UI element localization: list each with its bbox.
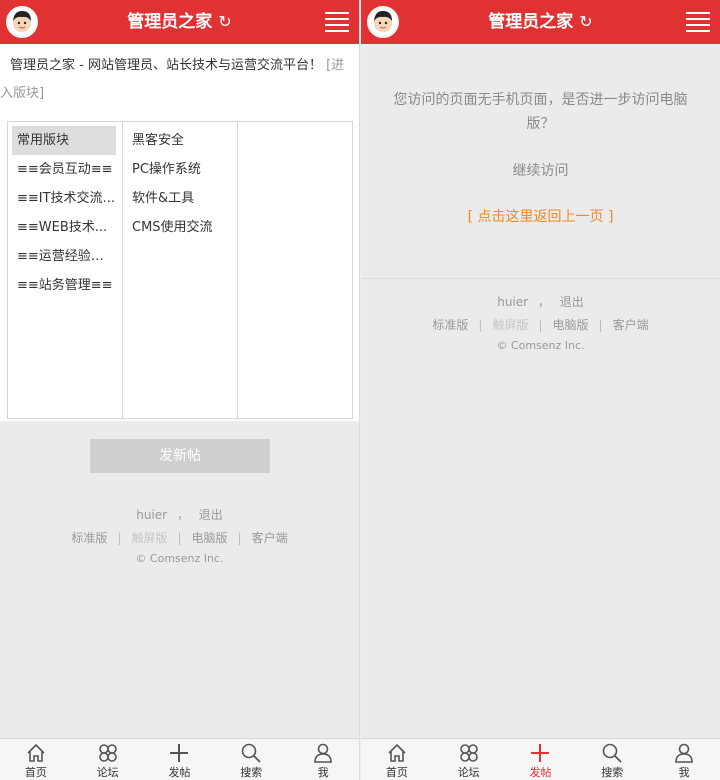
site-description: 管理员之家 - 网站管理员、站长技术与运营交流平台！ [进 — [10, 58, 345, 73]
nav-post[interactable]: 发帖 — [505, 739, 577, 780]
username-link[interactable]: huier — [136, 508, 167, 522]
nav-post-label: 发帖 — [529, 766, 552, 779]
standard-version-link[interactable]: 标准版 — [432, 318, 468, 332]
nav-home[interactable]: 首页 — [0, 739, 72, 780]
nav-forum-label: 论坛 — [96, 766, 119, 779]
subforum-item[interactable]: CMS使用交流 — [123, 213, 237, 242]
forum-icon — [433, 742, 505, 764]
app-title: 管理员之家 ↻ — [0, 0, 359, 44]
separator: | — [538, 318, 543, 332]
nav-me-label: 我 — [317, 766, 329, 779]
client-link[interactable]: 客户端 — [613, 318, 649, 332]
copyright: © Comsenz Inc. — [135, 552, 224, 565]
category-item[interactable]: ≡≡IT技术交流... — [12, 184, 116, 213]
touch-version-link[interactable]: 触屏版 — [131, 531, 167, 545]
app-title-text: 管理员之家 — [127, 12, 213, 32]
subforum-column: 黑客安全 PC操作系统 软件&工具 CMS使用交流 — [123, 122, 238, 418]
subforum-item[interactable]: PC操作系统 — [123, 155, 237, 184]
search-icon — [215, 742, 287, 764]
nav-me-label: 我 — [678, 766, 690, 779]
category-item[interactable]: ≡≡运营经验交... — [12, 242, 116, 271]
nav-home[interactable]: 首页 — [361, 739, 433, 780]
nav-search-label: 搜索 — [601, 766, 624, 779]
client-link[interactable]: 客户端 — [252, 531, 288, 545]
user-icon — [287, 742, 359, 764]
pc-version-link[interactable]: 电脑版 — [553, 318, 589, 332]
category-item[interactable]: 常用版块 — [12, 126, 116, 155]
footer-user-line: huier ， 退出 — [0, 506, 359, 523]
left-screen: 管理员之家 ↻ 管理员之家 - 网站管理员、站长技术与运营交流平台！ [进 入版块… — [0, 0, 360, 780]
menu-icon[interactable] — [686, 12, 710, 32]
subforum-item[interactable]: 黑客安全 — [123, 126, 237, 155]
nav-home-label: 首页 — [24, 766, 47, 779]
header: 管理员之家 ↻ — [0, 0, 359, 44]
home-icon — [0, 742, 72, 764]
touch-version-link[interactable]: 触屏版 — [492, 318, 528, 332]
app-title-text: 管理员之家 — [488, 12, 574, 32]
separator: ， — [176, 508, 189, 522]
continue-link[interactable]: 继续访问 — [361, 160, 720, 180]
header: 管理员之家 ↻ — [361, 0, 720, 44]
forum-selector: 常用版块 ≡≡会员互动≡≡ ≡≡IT技术交流... ≡≡WEB技术... ≡≡运… — [7, 121, 353, 419]
divider — [361, 278, 720, 279]
refresh-icon[interactable]: ↻ — [218, 0, 231, 44]
refresh-icon[interactable]: ↻ — [579, 0, 592, 44]
nav-me[interactable]: 我 — [287, 739, 359, 780]
category-item[interactable]: ≡≡会员互动≡≡ — [12, 155, 116, 184]
subforum-item[interactable]: 软件&工具 — [123, 184, 237, 213]
version-links: 标准版 | 触屏版 | 电脑版 | 客户端 — [361, 316, 720, 333]
separator: ， — [537, 295, 550, 309]
separator: | — [237, 531, 242, 545]
separator: | — [117, 531, 122, 545]
footer-user-line: huier ， 退出 — [361, 293, 720, 310]
enter-forum-link[interactable]: 入版块] — [0, 80, 44, 108]
no-mobile-notice: 您访问的页面无手机页面，是否进一步访问电脑版？ — [393, 92, 688, 132]
pc-version-link[interactable]: 电脑版 — [192, 531, 228, 545]
search-icon — [576, 742, 648, 764]
plus-icon — [144, 742, 216, 764]
bottom-nav: 首页 论坛 发帖 搜索 我 — [361, 738, 720, 780]
nav-home-label: 首页 — [385, 766, 408, 779]
nav-search-label: 搜索 — [240, 766, 263, 779]
nav-me[interactable]: 我 — [648, 739, 720, 780]
version-links: 标准版 | 触屏版 | 电脑版 | 客户端 — [0, 529, 359, 546]
right-screen: 管理员之家 ↻ 您访问的页面无手机页面，是否进一步访问电脑版？ 继续访问 [ 点击… — [361, 0, 720, 780]
back-link[interactable]: [ 点击这里返回上一页 ] — [361, 206, 720, 226]
forum-icon — [72, 742, 144, 764]
category-column: 常用版块 ≡≡会员互动≡≡ ≡≡IT技术交流... ≡≡WEB技术... ≡≡运… — [8, 122, 123, 418]
separator: | — [177, 531, 182, 545]
category-item[interactable]: ≡≡WEB技术... — [12, 213, 116, 242]
nav-forum[interactable]: 论坛 — [433, 739, 505, 780]
nav-forum[interactable]: 论坛 — [72, 739, 144, 780]
separator: | — [478, 318, 483, 332]
separator: | — [598, 318, 603, 332]
logout-link[interactable]: 退出 — [560, 295, 584, 309]
category-item[interactable]: ≡≡站务管理≡≡ — [12, 271, 116, 300]
nav-search[interactable]: 搜索 — [576, 739, 648, 780]
menu-icon[interactable] — [325, 12, 349, 32]
nav-forum-label: 论坛 — [457, 766, 480, 779]
copyright: © Comsenz Inc. — [496, 339, 585, 352]
nav-post-label: 发帖 — [168, 766, 191, 779]
user-icon — [648, 742, 720, 764]
plus-icon — [505, 742, 577, 764]
home-icon — [361, 742, 433, 764]
standard-version-link[interactable]: 标准版 — [71, 531, 107, 545]
new-post-button[interactable]: 发新帖 — [90, 439, 270, 473]
bottom-nav: 首页 论坛 发帖 搜索 我 — [0, 738, 359, 780]
logout-link[interactable]: 退出 — [199, 508, 223, 522]
app-title: 管理员之家 ↻ — [361, 0, 720, 44]
nav-search[interactable]: 搜索 — [215, 739, 287, 780]
username-link[interactable]: huier — [497, 295, 528, 309]
nav-post[interactable]: 发帖 — [144, 739, 216, 780]
